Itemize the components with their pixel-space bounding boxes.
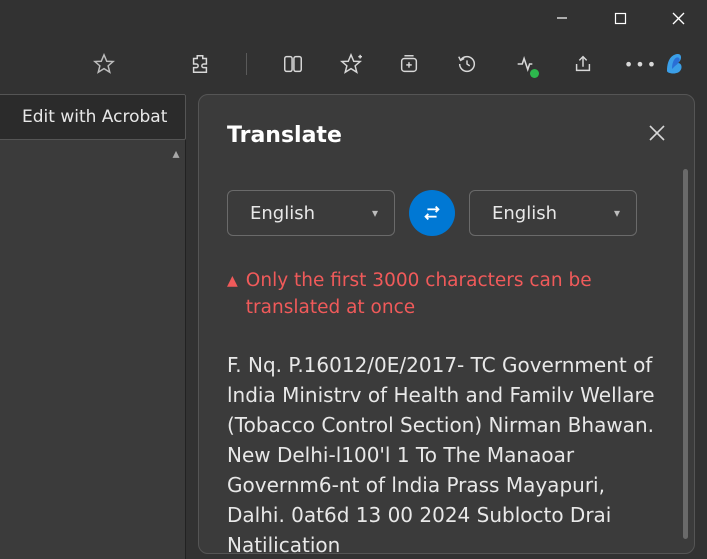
history-icon[interactable]: [455, 52, 479, 76]
share-icon[interactable]: [571, 52, 595, 76]
left-sidebar: [0, 94, 186, 559]
collections-icon[interactable]: [397, 52, 421, 76]
window-close-button[interactable]: [649, 0, 707, 36]
translate-panel-title: Translate: [227, 123, 342, 148]
warning-text: Only the first 3000 characters can be tr…: [246, 268, 666, 322]
performance-icon[interactable]: [513, 52, 537, 76]
translation-warning: ▲ Only the first 3000 characters can be …: [199, 236, 694, 322]
language-row: English ▾ English ▾: [199, 190, 694, 236]
close-icon[interactable]: [648, 124, 666, 147]
extensions-icon[interactable]: [188, 52, 212, 76]
browser-toolbar: •••: [0, 40, 707, 88]
window-controls: [533, 0, 707, 36]
target-language-dropdown[interactable]: English ▾: [469, 190, 637, 236]
split-screen-icon[interactable]: [281, 52, 305, 76]
warning-triangle-icon: ▲: [227, 268, 238, 294]
more-icon[interactable]: •••: [629, 52, 653, 76]
copilot-icon[interactable]: [659, 48, 689, 78]
maximize-button[interactable]: [591, 0, 649, 36]
minimize-button[interactable]: [533, 0, 591, 36]
translated-text: F. Nq. P.16012/0E/2017- TC Government of…: [199, 322, 694, 554]
toolbar-separator: [246, 53, 247, 75]
source-language-label: English: [250, 203, 315, 224]
scroll-up-arrow-icon[interactable]: ▴: [168, 146, 184, 162]
favorite-star-icon[interactable]: [80, 40, 128, 88]
swap-languages-button[interactable]: [409, 190, 455, 236]
toolbar-icons: •••: [188, 52, 653, 76]
target-language-label: English: [492, 203, 557, 224]
source-language-dropdown[interactable]: English ▾: [227, 190, 395, 236]
edit-with-acrobat-button[interactable]: Edit with Acrobat: [0, 94, 186, 140]
translate-panel: Translate English ▾ English ▾ ▲ Only the…: [198, 94, 695, 554]
chevron-down-icon: ▾: [614, 206, 620, 220]
chevron-down-icon: ▾: [372, 206, 378, 220]
favorites-icon[interactable]: [339, 52, 363, 76]
translate-panel-header: Translate: [199, 95, 694, 172]
